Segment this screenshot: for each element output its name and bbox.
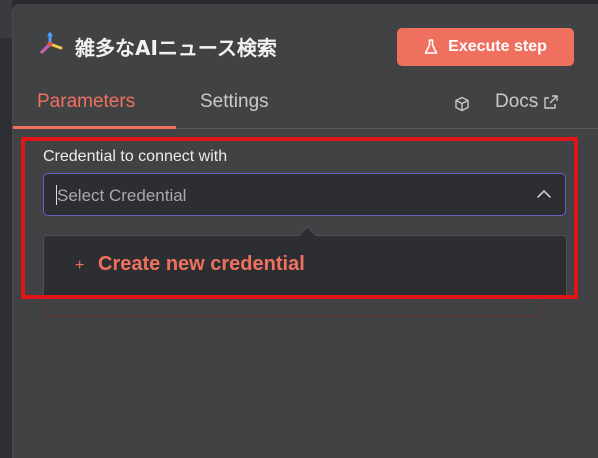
docs-link[interactable]: Docs [495,91,558,113]
node-details-panel: 雑多なAIニュース検索 Execute step Parameters Sett… [12,4,598,458]
execute-step-label: Execute step [448,38,547,55]
canvas-backdrop-top [0,0,12,38]
tab-settings[interactable]: Settings [200,91,269,113]
execute-step-button[interactable]: Execute step [397,28,574,66]
highlight-annotation-box [21,137,578,299]
active-tab-indicator [13,126,176,129]
canvas-backdrop [0,0,12,458]
external-link-icon [544,95,558,109]
underlying-field-edge [43,299,539,317]
flask-icon [424,39,438,54]
node-title: 雑多なAIニュース検索 [75,36,277,60]
docs-label: Docs [495,91,539,112]
panel-header: 雑多なAIニュース検索 Execute step [13,4,598,86]
cube-icon[interactable] [454,96,470,112]
node-type-icon [40,32,63,54]
tab-parameters[interactable]: Parameters [37,91,135,113]
